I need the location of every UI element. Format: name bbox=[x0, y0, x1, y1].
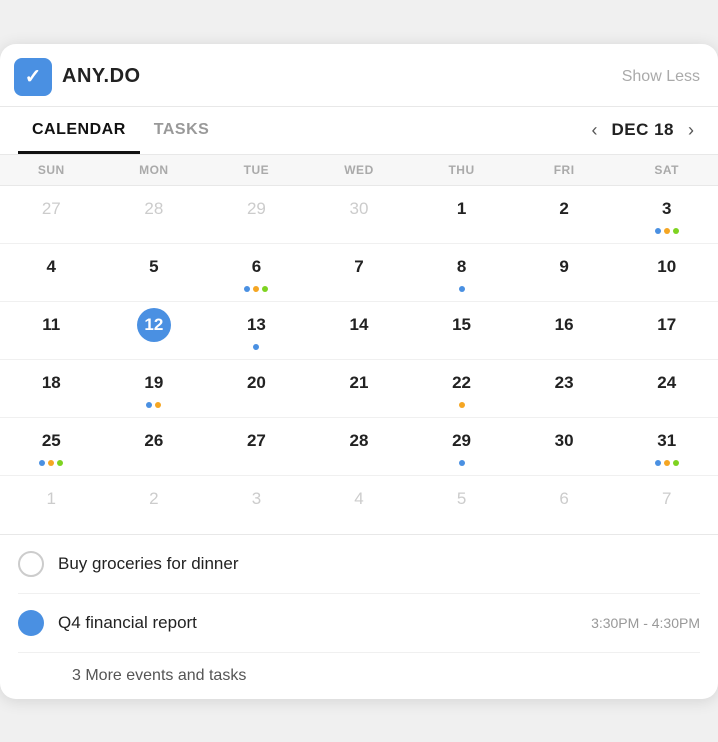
table-row[interactable]: 1 bbox=[410, 186, 513, 244]
more-events-label[interactable]: 3 More events and tasks bbox=[18, 653, 700, 699]
table-row[interactable]: 26 bbox=[103, 418, 206, 476]
table-row[interactable]: 12 bbox=[103, 302, 206, 360]
table-row[interactable]: 14 bbox=[308, 302, 411, 360]
table-row[interactable]: 8 bbox=[410, 244, 513, 302]
dow-tue: TUE bbox=[205, 155, 308, 185]
dow-thu: THU bbox=[410, 155, 513, 185]
tab-calendar[interactable]: CALENDAR bbox=[18, 107, 140, 154]
task-text: Q4 financial report bbox=[58, 613, 197, 633]
task-time: 3:30PM - 4:30PM bbox=[591, 615, 700, 631]
table-row[interactable]: 5 bbox=[410, 476, 513, 534]
dow-sat: SAT bbox=[615, 155, 718, 185]
task-list: Buy groceries for dinner Q4 financial re… bbox=[0, 534, 718, 699]
table-row[interactable]: 25 bbox=[0, 418, 103, 476]
table-row[interactable]: 21 bbox=[308, 360, 411, 418]
task-circle-empty bbox=[18, 551, 44, 577]
nav-tabs: CALENDAR TASKS ‹ DEC 18 › bbox=[0, 107, 718, 155]
table-row[interactable]: 28 bbox=[103, 186, 206, 244]
table-row[interactable]: 6 bbox=[205, 244, 308, 302]
table-row[interactable]: 10 bbox=[615, 244, 718, 302]
table-row[interactable]: 30 bbox=[308, 186, 411, 244]
task-text: Buy groceries for dinner bbox=[58, 554, 238, 574]
header-left: ✓ ANY.DO bbox=[14, 58, 141, 96]
main-card: ✓ ANY.DO Show Less CALENDAR TASKS ‹ DEC … bbox=[0, 44, 718, 699]
calendar-body: 2728293012345678910111213141516171819202… bbox=[0, 186, 718, 534]
table-row[interactable]: 29 bbox=[410, 418, 513, 476]
table-row[interactable]: 6 bbox=[513, 476, 616, 534]
table-row[interactable]: 15 bbox=[410, 302, 513, 360]
table-row[interactable]: 30 bbox=[513, 418, 616, 476]
table-row[interactable]: 17 bbox=[615, 302, 718, 360]
checkmark-icon: ✓ bbox=[25, 64, 42, 89]
table-row[interactable]: 13 bbox=[205, 302, 308, 360]
show-less-button[interactable]: Show Less bbox=[622, 68, 700, 86]
table-row[interactable]: 1 bbox=[0, 476, 103, 534]
table-row[interactable]: 2 bbox=[103, 476, 206, 534]
dow-mon: MON bbox=[103, 155, 206, 185]
table-row[interactable]: 24 bbox=[615, 360, 718, 418]
month-label: DEC 18 bbox=[611, 120, 674, 140]
app-name: ANY.DO bbox=[62, 65, 141, 88]
table-row[interactable]: 9 bbox=[513, 244, 616, 302]
dow-fri: FRI bbox=[513, 155, 616, 185]
table-row[interactable]: 31 bbox=[615, 418, 718, 476]
table-row[interactable]: 27 bbox=[205, 418, 308, 476]
dow-wed: WED bbox=[308, 155, 411, 185]
table-row[interactable]: 7 bbox=[615, 476, 718, 534]
month-navigation: ‹ DEC 18 › bbox=[585, 116, 700, 145]
list-item[interactable]: Q4 financial report 3:30PM - 4:30PM bbox=[18, 594, 700, 653]
table-row[interactable]: 3 bbox=[205, 476, 308, 534]
task-circle-filled bbox=[18, 610, 44, 636]
table-row[interactable]: 29 bbox=[205, 186, 308, 244]
prev-month-button[interactable]: ‹ bbox=[585, 116, 603, 145]
table-row[interactable]: 27 bbox=[0, 186, 103, 244]
table-row[interactable]: 4 bbox=[308, 476, 411, 534]
table-row[interactable]: 18 bbox=[0, 360, 103, 418]
table-row[interactable]: 16 bbox=[513, 302, 616, 360]
table-row[interactable]: 3 bbox=[615, 186, 718, 244]
table-row[interactable]: 11 bbox=[0, 302, 103, 360]
table-row[interactable]: 28 bbox=[308, 418, 411, 476]
list-item[interactable]: Buy groceries for dinner bbox=[18, 535, 700, 594]
calendar-header-row: SUN MON TUE WED THU FRI SAT bbox=[0, 155, 718, 186]
app-logo: ✓ bbox=[14, 58, 52, 96]
table-row[interactable]: 22 bbox=[410, 360, 513, 418]
table-row[interactable]: 20 bbox=[205, 360, 308, 418]
app-header: ✓ ANY.DO Show Less bbox=[0, 44, 718, 107]
table-row[interactable]: 5 bbox=[103, 244, 206, 302]
table-row[interactable]: 19 bbox=[103, 360, 206, 418]
dow-sun: SUN bbox=[0, 155, 103, 185]
tab-tasks[interactable]: TASKS bbox=[140, 107, 224, 154]
table-row[interactable]: 4 bbox=[0, 244, 103, 302]
calendar-grid: SUN MON TUE WED THU FRI SAT 272829301234… bbox=[0, 155, 718, 534]
next-month-button[interactable]: › bbox=[682, 116, 700, 145]
table-row[interactable]: 23 bbox=[513, 360, 616, 418]
table-row[interactable]: 7 bbox=[308, 244, 411, 302]
table-row[interactable]: 2 bbox=[513, 186, 616, 244]
